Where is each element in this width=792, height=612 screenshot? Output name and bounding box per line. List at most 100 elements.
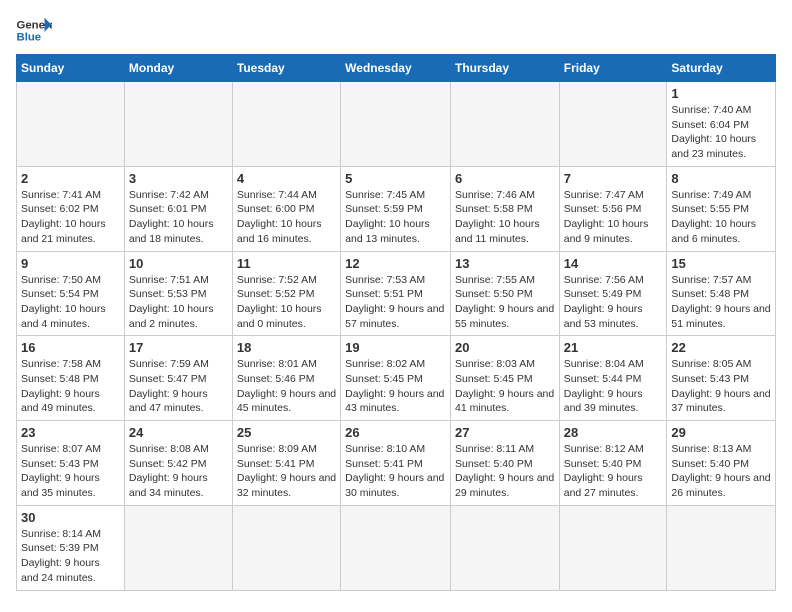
day-info: Sunrise: 7:59 AM Sunset: 5:47 PM Dayligh… [129, 357, 228, 416]
day-info: Sunrise: 7:47 AM Sunset: 5:56 PM Dayligh… [564, 188, 663, 247]
day-number: 30 [21, 510, 120, 525]
calendar-week-row: 1Sunrise: 7:40 AM Sunset: 6:04 PM Daylig… [17, 82, 776, 167]
day-number: 27 [455, 425, 555, 440]
column-header-friday: Friday [559, 55, 667, 82]
column-header-thursday: Thursday [450, 55, 559, 82]
day-info: Sunrise: 7:53 AM Sunset: 5:51 PM Dayligh… [345, 273, 446, 332]
calendar-cell: 22 Sunrise: 8:05 AM Sunset: 5:43 PM Dayli… [667, 336, 776, 421]
calendar-week-row: 2Sunrise: 7:41 AM Sunset: 6:02 PM Daylig… [17, 166, 776, 251]
calendar-cell: 3 Sunrise: 7:42 AM Sunset: 6:01 PM Daylig… [124, 166, 232, 251]
column-header-monday: Monday [124, 55, 232, 82]
day-number: 15 [671, 256, 771, 271]
calendar-cell: 2Sunrise: 7:41 AM Sunset: 6:02 PM Daylig… [17, 166, 125, 251]
day-info: Sunrise: 7:45 AM Sunset: 5:59 PM Dayligh… [345, 188, 446, 247]
calendar-week-row: 30 Sunrise: 8:14 AM Sunset: 5:39 PM Dayli… [17, 505, 776, 590]
day-number: 6 [455, 171, 555, 186]
calendar-cell: 1Sunrise: 7:40 AM Sunset: 6:04 PM Daylig… [667, 82, 776, 167]
day-info: Sunrise: 8:03 AM Sunset: 5:45 PM Dayligh… [455, 357, 555, 416]
calendar-cell: 20 Sunrise: 8:03 AM Sunset: 5:45 PM Dayli… [450, 336, 559, 421]
calendar-cell [450, 82, 559, 167]
day-number: 2 [21, 171, 120, 186]
day-info: Sunrise: 7:46 AM Sunset: 5:58 PM Dayligh… [455, 188, 555, 247]
calendar-header-row: SundayMondayTuesdayWednesdayThursdayFrid… [17, 55, 776, 82]
calendar-cell [450, 505, 559, 590]
calendar-cell: 29 Sunrise: 8:13 AM Sunset: 5:40 PM Dayli… [667, 421, 776, 506]
calendar-cell: 15 Sunrise: 7:57 AM Sunset: 5:48 PM Dayli… [667, 251, 776, 336]
day-info: Sunrise: 7:56 AM Sunset: 5:49 PM Dayligh… [564, 273, 663, 332]
day-info: Sunrise: 8:05 AM Sunset: 5:43 PM Dayligh… [671, 357, 771, 416]
calendar-cell [559, 505, 667, 590]
day-number: 5 [345, 171, 446, 186]
day-number: 3 [129, 171, 228, 186]
day-info: Sunrise: 7:49 AM Sunset: 5:55 PM Dayligh… [671, 188, 771, 247]
column-header-saturday: Saturday [667, 55, 776, 82]
day-info: Sunrise: 7:52 AM Sunset: 5:52 PM Dayligh… [237, 273, 336, 332]
calendar-cell [17, 82, 125, 167]
calendar-cell: 11Sunrise: 7:52 AM Sunset: 5:52 PM Dayli… [232, 251, 340, 336]
day-info: Sunrise: 8:04 AM Sunset: 5:44 PM Dayligh… [564, 357, 663, 416]
day-info: Sunrise: 7:44 AM Sunset: 6:00 PM Dayligh… [237, 188, 336, 247]
day-number: 26 [345, 425, 446, 440]
calendar-cell: 6 Sunrise: 7:46 AM Sunset: 5:58 PM Daylig… [450, 166, 559, 251]
logo: General Blue [16, 16, 52, 44]
day-number: 10 [129, 256, 228, 271]
day-number: 22 [671, 340, 771, 355]
calendar-cell: 18 Sunrise: 8:01 AM Sunset: 5:46 PM Dayli… [232, 336, 340, 421]
day-number: 12 [345, 256, 446, 271]
calendar-table: SundayMondayTuesdayWednesdayThursdayFrid… [16, 54, 776, 591]
svg-text:Blue: Blue [17, 32, 42, 44]
calendar-cell: 24Sunrise: 8:08 AM Sunset: 5:42 PM Dayli… [124, 421, 232, 506]
day-number: 24 [129, 425, 228, 440]
calendar-cell: 16Sunrise: 7:58 AM Sunset: 5:48 PM Dayli… [17, 336, 125, 421]
calendar-cell [667, 505, 776, 590]
calendar-cell: 7 Sunrise: 7:47 AM Sunset: 5:56 PM Daylig… [559, 166, 667, 251]
calendar-cell [124, 505, 232, 590]
calendar-week-row: 9Sunrise: 7:50 AM Sunset: 5:54 PM Daylig… [17, 251, 776, 336]
calendar-cell: 28Sunrise: 8:12 AM Sunset: 5:40 PM Dayli… [559, 421, 667, 506]
day-number: 7 [564, 171, 663, 186]
logo-icon: General Blue [16, 16, 52, 44]
day-info: Sunrise: 8:10 AM Sunset: 5:41 PM Dayligh… [345, 442, 446, 501]
column-header-wednesday: Wednesday [341, 55, 451, 82]
day-info: Sunrise: 7:57 AM Sunset: 5:48 PM Dayligh… [671, 273, 771, 332]
calendar-week-row: 16Sunrise: 7:58 AM Sunset: 5:48 PM Dayli… [17, 336, 776, 421]
day-number: 8 [671, 171, 771, 186]
column-header-tuesday: Tuesday [232, 55, 340, 82]
day-number: 19 [345, 340, 446, 355]
calendar-cell: 19 Sunrise: 8:02 AM Sunset: 5:45 PM Dayli… [341, 336, 451, 421]
calendar-cell [341, 505, 451, 590]
calendar-cell: 4 Sunrise: 7:44 AM Sunset: 6:00 PM Daylig… [232, 166, 340, 251]
calendar-cell: 25Sunrise: 8:09 AM Sunset: 5:41 PM Dayli… [232, 421, 340, 506]
day-info: Sunrise: 7:50 AM Sunset: 5:54 PM Dayligh… [21, 273, 120, 332]
day-info: Sunrise: 8:14 AM Sunset: 5:39 PM Dayligh… [21, 527, 120, 586]
calendar-cell: 14 Sunrise: 7:56 AM Sunset: 5:49 PM Dayli… [559, 251, 667, 336]
day-number: 13 [455, 256, 555, 271]
day-info: Sunrise: 7:40 AM Sunset: 6:04 PM Dayligh… [671, 103, 771, 162]
calendar-cell [232, 82, 340, 167]
day-number: 14 [564, 256, 663, 271]
calendar-cell: 30 Sunrise: 8:14 AM Sunset: 5:39 PM Dayli… [17, 505, 125, 590]
day-number: 16 [21, 340, 120, 355]
day-number: 21 [564, 340, 663, 355]
calendar-cell: 8 Sunrise: 7:49 AM Sunset: 5:55 PM Daylig… [667, 166, 776, 251]
page-header: General Blue [16, 16, 776, 44]
day-number: 4 [237, 171, 336, 186]
calendar-cell: 12 Sunrise: 7:53 AM Sunset: 5:51 PM Dayli… [341, 251, 451, 336]
calendar-cell: 13 Sunrise: 7:55 AM Sunset: 5:50 PM Dayli… [450, 251, 559, 336]
calendar-cell: 21 Sunrise: 8:04 AM Sunset: 5:44 PM Dayli… [559, 336, 667, 421]
column-header-sunday: Sunday [17, 55, 125, 82]
calendar-cell: 9Sunrise: 7:50 AM Sunset: 5:54 PM Daylig… [17, 251, 125, 336]
day-number: 18 [237, 340, 336, 355]
day-info: Sunrise: 7:51 AM Sunset: 5:53 PM Dayligh… [129, 273, 228, 332]
day-info: Sunrise: 8:13 AM Sunset: 5:40 PM Dayligh… [671, 442, 771, 501]
day-number: 25 [237, 425, 336, 440]
day-number: 29 [671, 425, 771, 440]
day-number: 20 [455, 340, 555, 355]
day-info: Sunrise: 8:07 AM Sunset: 5:43 PM Dayligh… [21, 442, 120, 501]
day-info: Sunrise: 8:01 AM Sunset: 5:46 PM Dayligh… [237, 357, 336, 416]
day-info: Sunrise: 7:55 AM Sunset: 5:50 PM Dayligh… [455, 273, 555, 332]
day-info: Sunrise: 7:42 AM Sunset: 6:01 PM Dayligh… [129, 188, 228, 247]
calendar-cell [341, 82, 451, 167]
day-info: Sunrise: 8:02 AM Sunset: 5:45 PM Dayligh… [345, 357, 446, 416]
calendar-cell [124, 82, 232, 167]
